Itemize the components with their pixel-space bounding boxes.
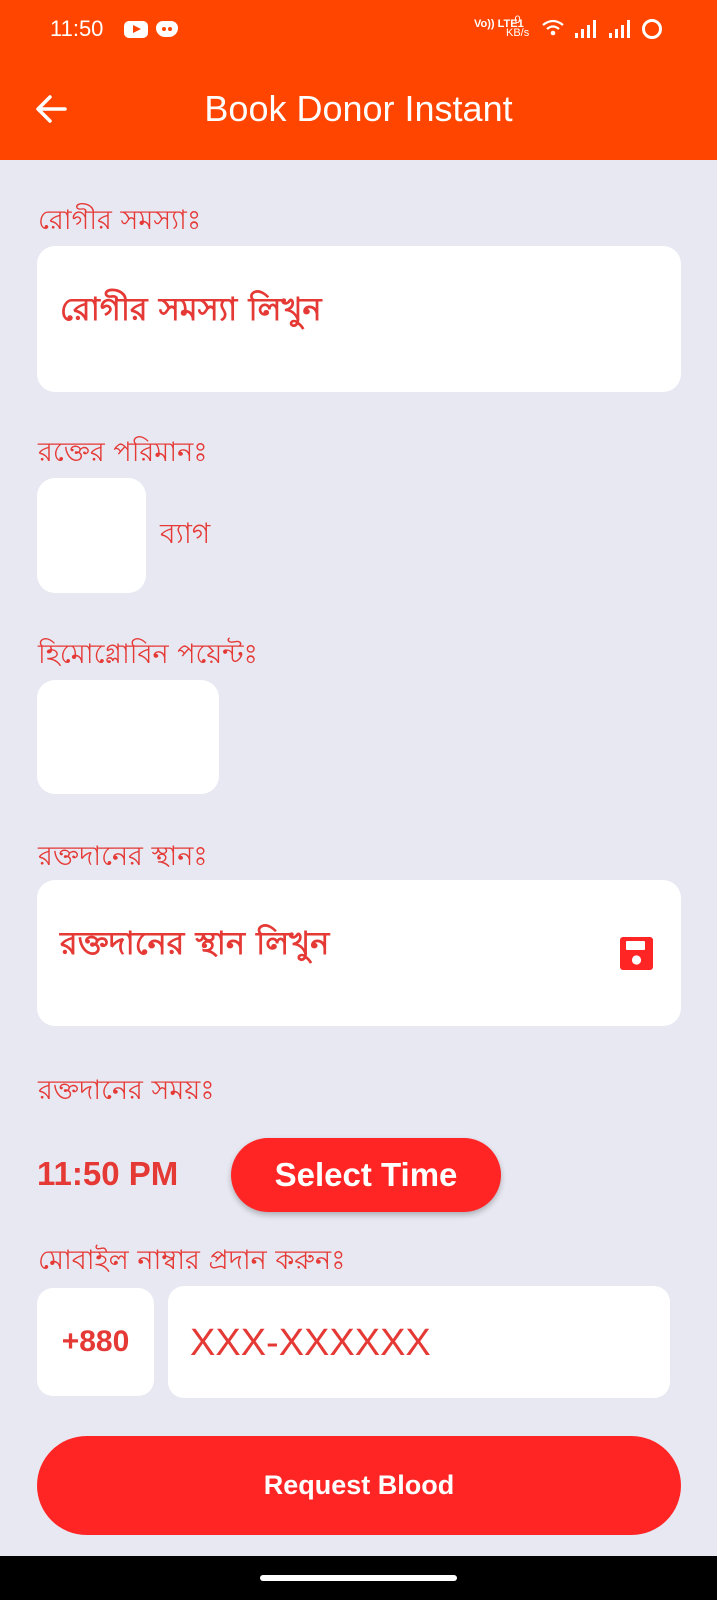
status-bar: 11:50 Vo)) LTE1 0 KB/s	[0, 0, 717, 58]
phone-input[interactable]	[188, 1286, 652, 1400]
blood-amount-input[interactable]	[37, 478, 146, 593]
app-bar: 11:50 Vo)) LTE1 0 KB/s Book Donor Instan…	[0, 0, 717, 160]
signal-icon	[609, 20, 630, 38]
page-title: Book Donor Instant	[204, 88, 513, 129]
request-blood-button[interactable]: Request Blood	[37, 1436, 681, 1535]
home-gesture-handle[interactable]	[260, 1575, 457, 1581]
donation-place-input[interactable]: রক্তদানের স্থান লিখুন	[37, 880, 681, 1026]
blood-amount-label: রক্তের পরিমানঃ	[38, 437, 208, 468]
data-rate-unit: KB/s	[506, 27, 530, 39]
signal-icon	[575, 20, 596, 38]
blood-unit-label: ব্যাগ	[160, 517, 211, 550]
phone-field[interactable]	[168, 1286, 670, 1400]
select-time-button[interactable]: Select Time	[231, 1138, 501, 1212]
youtube-icon	[124, 21, 148, 38]
selected-time: 11:50 PM	[37, 1155, 179, 1192]
hemoglobin-input[interactable]	[37, 680, 219, 794]
country-code: +880	[37, 1288, 154, 1396]
donation-place-label: রক্তদানের স্থানঃ	[38, 841, 208, 872]
loading-ring-icon	[642, 19, 662, 39]
patient-problem-input[interactable]: রোগীর সমস্যা লিখুন	[37, 246, 681, 392]
hemoglobin-label: হিমোগ্লোবিন পয়েন্টঃ	[38, 639, 258, 670]
data-rate-value: 0	[514, 14, 521, 26]
status-time: 11:50	[50, 16, 104, 41]
patient-problem-placeholder: রোগীর সমস্যা লিখুন	[60, 290, 322, 328]
data-rate: 0 KB/s	[506, 14, 529, 40]
save-icon[interactable]	[619, 936, 654, 971]
donation-time-label: রক্তদানের সময়ঃ	[38, 1075, 215, 1106]
discord-icon	[156, 21, 178, 37]
wifi-icon	[542, 19, 564, 36]
mobile-label: মোবাইল নাম্বার প্রদান করুনঃ	[38, 1245, 346, 1276]
patient-problem-label: রোগীর সমস্যাঃ	[38, 205, 202, 236]
donation-place-placeholder: রক্তদানের স্থান লিখুন	[60, 924, 330, 962]
